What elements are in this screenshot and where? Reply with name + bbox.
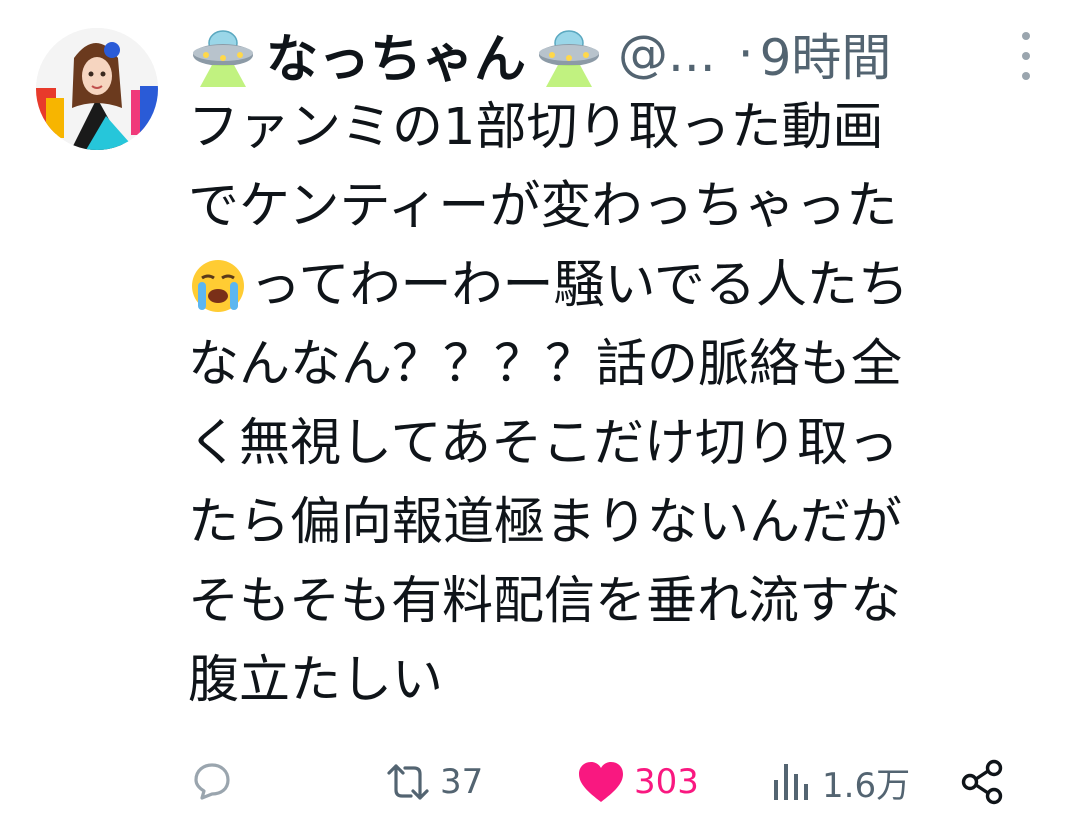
post-timestamp[interactable]: 9時間 [760,18,892,90]
avatar[interactable] [36,28,158,150]
post-text-line: たら偏向報道極まりないんだが [188,493,903,552]
author-display-name[interactable]: なっちゃん [266,17,526,92]
views-button[interactable]: 1.6万 [770,742,910,822]
loudly-crying-face-icon [192,259,244,312]
post-text-line: そもそも有料配信を垂れ流すな [188,572,901,631]
separator-dot: · [737,25,754,83]
repost-count: 37 [440,762,484,802]
post-text: ファンミの1部切り取った動画 でケンティーが変わっちゃった ってわーわー騒いでる… [188,88,1048,720]
post-header: なっちゃん @... · 9時間 [188,14,1030,94]
more-options-icon[interactable] [1020,32,1032,80]
author-handle[interactable]: @... [618,25,716,83]
post-text-line-with-emoji: ってわーわー騒いでる人たち [188,246,1048,325]
post-text-line: く無視してあそこだけ切り取っ [188,414,899,473]
ufo-emoji-icon [193,30,253,87]
action-bar: 37 303 1.6万 [188,742,1018,822]
view-count: 1.6万 [822,765,911,806]
repost-icon [387,764,429,800]
post-text-line: 腹立たしい [188,651,444,710]
views-chart-icon [774,764,808,800]
reply-icon [194,763,230,800]
like-button[interactable]: 303 [576,742,699,822]
post-text-fragment: ってわーわー騒いでる人たち [250,256,909,315]
repost-button[interactable]: 37 [384,742,483,822]
post-text-line: でケンティーが変わっちゃった [188,177,898,236]
reply-button[interactable] [188,742,244,822]
share-icon [961,759,1003,805]
avatar-image [36,28,158,150]
share-button[interactable] [958,742,1006,822]
post-text-line: なんなん？？？？話の脈絡も全 [188,335,903,394]
post-text-line: ファンミの1部切り取った動画 [188,98,884,157]
ufo-emoji-icon [539,30,600,87]
heart-icon [579,762,623,802]
like-count: 303 [634,762,699,802]
